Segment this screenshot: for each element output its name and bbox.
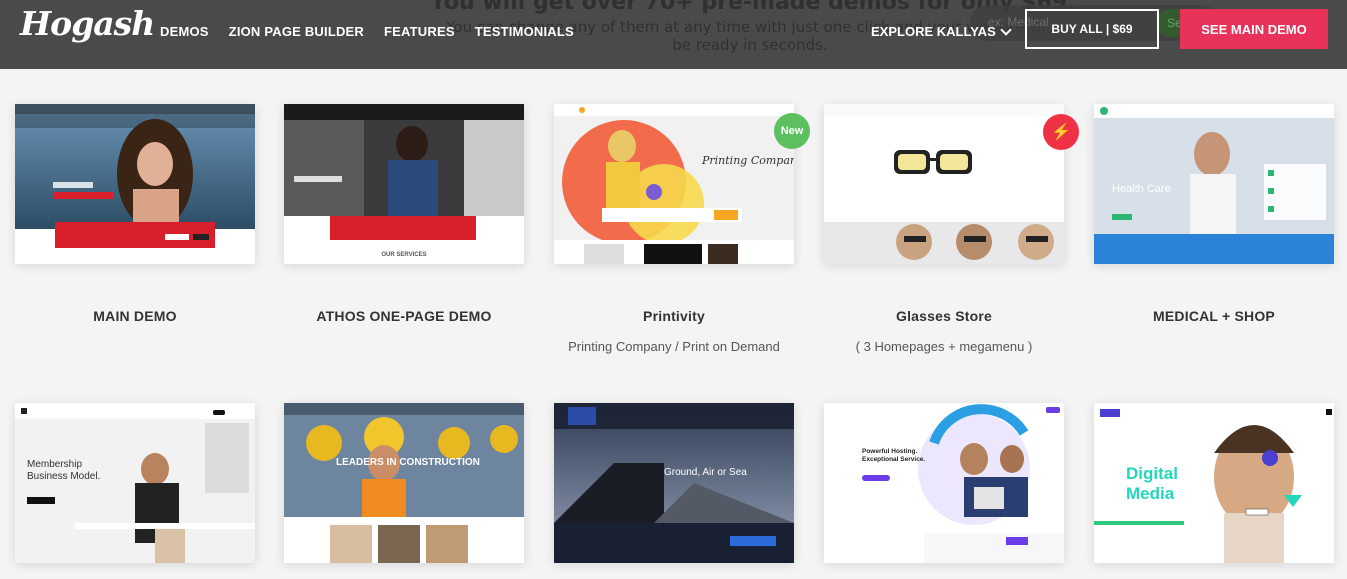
athos-demo-thumbnail: OUR SERVICES bbox=[284, 104, 524, 264]
buy-all-button[interactable]: BUY ALL | $69 bbox=[1025, 9, 1159, 49]
hogash-logo[interactable]: Hogash bbox=[20, 4, 155, 43]
demo-title-printivity[interactable]: Printivity bbox=[554, 308, 794, 324]
membership-line-2: Business Model. bbox=[27, 471, 100, 482]
hosting-line-2: Exceptional Service. bbox=[862, 456, 925, 463]
top-navigation-bar: You will get over 70+ pre-made demos for… bbox=[0, 0, 1347, 69]
demo-card-hosting[interactable]: Powerful Hosting. Exceptional Service. bbox=[824, 403, 1064, 563]
see-main-demo-button[interactable]: SEE MAIN DEMO bbox=[1180, 9, 1328, 49]
demo-card-main-demo[interactable] bbox=[15, 104, 255, 264]
health-care-text: Health Care bbox=[1112, 183, 1171, 195]
demo-title-main-demo[interactable]: MAIN DEMO bbox=[15, 308, 255, 324]
demo-title-glasses-store[interactable]: Glasses Store bbox=[824, 308, 1064, 324]
lightning-icon: ⚡ bbox=[1043, 114, 1079, 150]
cargo-thumbnail: Ground, Air or Sea bbox=[554, 403, 794, 563]
new-badge: New bbox=[774, 113, 810, 149]
demo-card-glasses-store[interactable] bbox=[824, 104, 1064, 264]
membership-thumbnail: Membership Business Model. bbox=[15, 403, 255, 563]
explore-kallyas-label: EXPLORE KALLYAS bbox=[871, 24, 996, 39]
explore-kallyas-dropdown[interactable]: EXPLORE KALLYAS bbox=[871, 23, 1012, 39]
construction-thumbnail: LEADERS IN CONSTRUCTION bbox=[284, 403, 524, 563]
demo-subtitle-glasses-store: ( 3 Homepages + megamenu ) bbox=[855, 339, 1033, 354]
chevron-down-icon bbox=[1000, 23, 1012, 36]
hosting-line-1: Powerful Hosting. bbox=[862, 448, 917, 455]
our-services-text: OUR SERVICES bbox=[381, 252, 426, 258]
printivity-demo-thumbnail: Printing Company bbox=[554, 104, 794, 264]
demo-card-membership[interactable]: Membership Business Model. bbox=[15, 403, 255, 563]
demo-title-medical-shop[interactable]: MEDICAL + SHOP bbox=[1094, 308, 1334, 324]
demo-card-digital-media[interactable]: Digital Media bbox=[1094, 403, 1334, 563]
leaders-in-construction-text: LEADERS IN CONSTRUCTION bbox=[336, 457, 480, 468]
demo-card-construction[interactable]: LEADERS IN CONSTRUCTION bbox=[284, 403, 524, 563]
glasses-store-thumbnail bbox=[824, 104, 1064, 264]
demo-title-athos[interactable]: ATHOS ONE-PAGE DEMO bbox=[284, 308, 524, 324]
digital-media-line-1: Digital bbox=[1126, 464, 1178, 483]
digital-media-line-2: Media bbox=[1126, 484, 1175, 503]
demo-card-medical-shop[interactable]: Health Care bbox=[1094, 104, 1334, 264]
printing-company-text: Printing Company bbox=[701, 154, 794, 167]
nav-demos[interactable]: DEMOS bbox=[160, 24, 209, 39]
nav-testimonials[interactable]: TESTIMONIALS bbox=[475, 24, 574, 39]
demo-card-athos[interactable]: OUR SERVICES bbox=[284, 104, 524, 264]
demo-card-printivity[interactable]: Printing Company bbox=[554, 104, 794, 264]
nav-features[interactable]: FEATURES bbox=[384, 24, 455, 39]
hosting-thumbnail: Powerful Hosting. Exceptional Service. bbox=[824, 403, 1064, 563]
digital-media-thumbnail: Digital Media bbox=[1094, 403, 1334, 563]
main-demo-thumbnail bbox=[15, 104, 255, 264]
demo-card-cargo[interactable]: Ground, Air or Sea bbox=[554, 403, 794, 563]
demo-subtitle-printivity: Printing Company / Print on Demand bbox=[568, 339, 780, 354]
ground-air-sea-text: Ground, Air or Sea bbox=[664, 467, 747, 478]
main-nav: DEMOS ZION PAGE BUILDER FEATURES TESTIMO… bbox=[160, 24, 574, 39]
nav-zion-page-builder[interactable]: ZION PAGE BUILDER bbox=[229, 24, 364, 39]
membership-line-1: Membership bbox=[27, 459, 82, 470]
medical-shop-thumbnail: Health Care bbox=[1094, 104, 1334, 264]
